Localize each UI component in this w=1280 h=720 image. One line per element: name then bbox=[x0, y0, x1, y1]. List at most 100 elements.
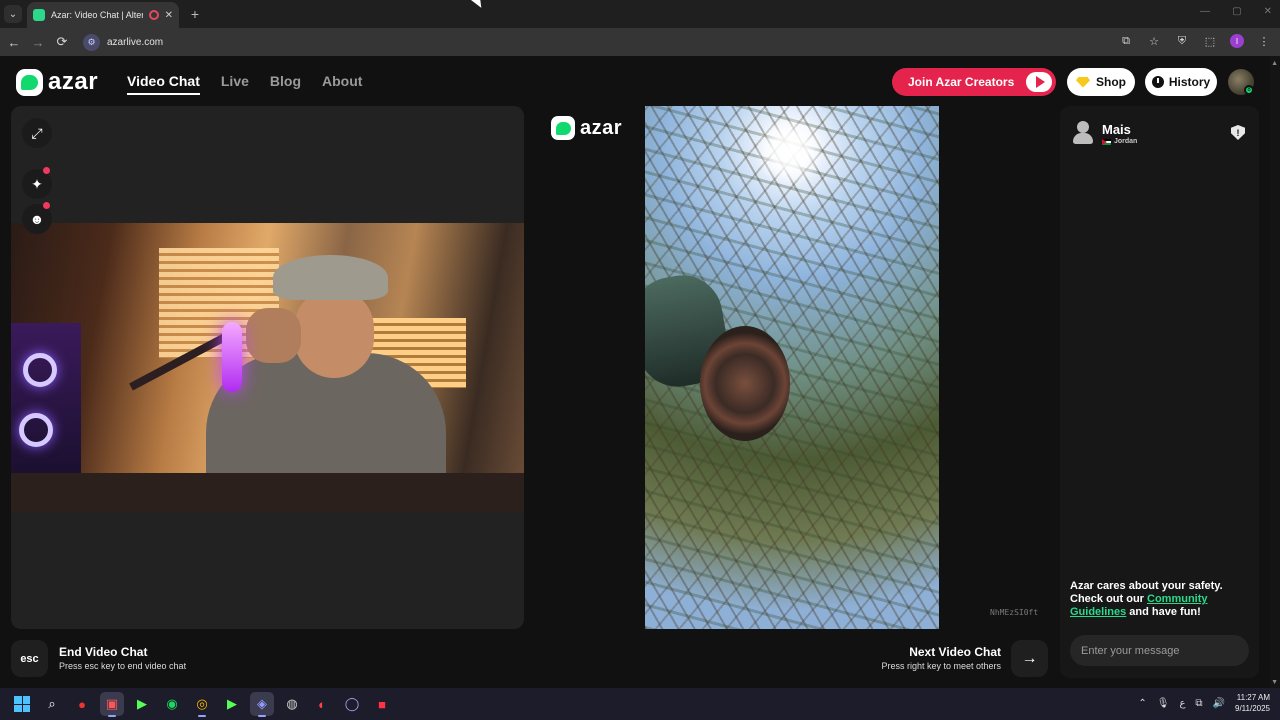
tab-title: Azar: Video Chat | Alternati bbox=[51, 10, 143, 20]
jordan-flag-icon bbox=[1102, 138, 1111, 145]
site-info-icon[interactable]: ⚙ bbox=[83, 34, 100, 51]
next-chat-hint: Press right key to meet others bbox=[881, 661, 1001, 671]
back-button[interactable]: ← bbox=[6, 34, 22, 50]
message-input[interactable] bbox=[1070, 635, 1249, 666]
chrome-icon[interactable]: ◎ bbox=[190, 692, 214, 717]
end-chat-title: End Video Chat bbox=[59, 645, 148, 659]
cast-icon[interactable]: ⧉ bbox=[1118, 33, 1134, 49]
azar-favicon-icon bbox=[33, 9, 45, 21]
tab-search-chevron-icon[interactable]: ⌄ bbox=[4, 5, 22, 23]
expand-icon[interactable]: ⤢ bbox=[22, 118, 52, 148]
app-thumbnail-icon[interactable]: ▣ bbox=[100, 692, 124, 717]
window-controls: — ▢ ✕ bbox=[1200, 6, 1272, 17]
search-icon[interactable]: ⌕ bbox=[40, 692, 64, 716]
safety-line1: Azar cares about your safety. bbox=[1070, 580, 1223, 592]
taskbar: ⌕ ● ▣ ▶ ◉ ◎ ▶ ◈ ◍ ◐ ◯ ■ ⌃ 🎙 ع ⧉ 🔊 11:27 … bbox=[0, 688, 1280, 720]
clock-date: 9/11/2025 bbox=[1235, 704, 1270, 713]
discord-icon[interactable]: ◈ bbox=[250, 692, 274, 717]
app-red-icon[interactable]: ● bbox=[70, 692, 94, 716]
spotify-icon[interactable]: ◉ bbox=[160, 692, 184, 716]
history-label: History bbox=[1168, 75, 1211, 89]
sparkle-effects-icon[interactable]: ✦ bbox=[22, 167, 52, 199]
browser-tabstrip: ⌄ Azar: Video Chat | Alternati ✕ + — ▢ ✕ bbox=[0, 0, 1280, 28]
language-indicator[interactable]: ع bbox=[1179, 698, 1185, 709]
taskbar-clock[interactable]: 11:27 AM 9/11/2025 bbox=[1235, 692, 1270, 714]
join-creators-label: Join Azar Creators bbox=[908, 75, 1015, 89]
gem-icon bbox=[1076, 76, 1090, 88]
remote-watermark-logo: azar bbox=[551, 116, 622, 140]
logo-text: azar bbox=[48, 68, 99, 95]
next-chat-button[interactable]: → bbox=[1011, 640, 1048, 677]
recording-indicator-icon bbox=[148, 10, 159, 20]
peer-country: Jordan bbox=[1102, 138, 1137, 145]
reload-button[interactable]: ⟳ bbox=[54, 34, 70, 50]
taskbar-apps: ⌕ ● ▣ ▶ ◉ ◎ ▶ ◈ ◍ ◐ ◯ ■ bbox=[10, 692, 394, 717]
face-filter-icon[interactable]: ☻ bbox=[22, 202, 52, 234]
nav-blog[interactable]: Blog bbox=[270, 73, 301, 95]
avatar-level-badge: 8 bbox=[1244, 85, 1254, 95]
history-button[interactable]: History bbox=[1145, 68, 1217, 96]
peer-avatar-icon bbox=[1072, 121, 1094, 145]
peer-name: Mais bbox=[1102, 122, 1131, 137]
close-window-icon[interactable]: ✕ bbox=[1264, 6, 1272, 17]
page-scrollbar[interactable]: ▲ ▼ bbox=[1270, 56, 1280, 688]
remote-camera-feed bbox=[645, 106, 939, 629]
self-video-pane bbox=[11, 106, 524, 629]
nav-live[interactable]: Live bbox=[221, 73, 249, 95]
minimize-icon[interactable]: — bbox=[1200, 6, 1210, 17]
app-red-ring-icon[interactable]: ◐ bbox=[310, 692, 334, 716]
profile-icon[interactable]: I bbox=[1230, 34, 1244, 48]
azar-logo[interactable]: azar bbox=[16, 68, 98, 96]
next-chat-title: Next Video Chat bbox=[909, 645, 1001, 659]
safety-notice: Azar cares about your safety. Check out … bbox=[1070, 580, 1250, 619]
clock-icon bbox=[1151, 76, 1164, 88]
azar-logo-icon bbox=[16, 68, 43, 96]
toolbar-actions: ⧉ ☆ ⛨ ⬚ I ⋮ bbox=[1118, 33, 1272, 49]
volume-icon[interactable]: 🔊 bbox=[1213, 698, 1225, 709]
end-chat-button[interactable]: esc bbox=[11, 640, 48, 677]
scroll-down-icon[interactable]: ▼ bbox=[1271, 679, 1278, 686]
forward-button[interactable]: → bbox=[30, 34, 46, 50]
shop-label: Shop bbox=[1096, 75, 1126, 89]
browser-toolbar: ← → ⟳ ⚙ azarlive.com ⧉ ☆ ⛨ ⬚ I ⋮ bbox=[0, 28, 1280, 56]
self-camera-feed bbox=[11, 223, 524, 512]
extensions-icon[interactable]: ⬚ bbox=[1202, 33, 1218, 49]
nav-video-chat[interactable]: Video Chat bbox=[127, 73, 200, 95]
safety-line2-suffix: and have fun! bbox=[1126, 606, 1201, 618]
url-text: azarlive.com bbox=[107, 37, 164, 48]
shop-button[interactable]: Shop bbox=[1067, 68, 1135, 96]
star-icon[interactable]: ☆ bbox=[1146, 33, 1162, 49]
start-button[interactable] bbox=[10, 692, 34, 716]
safety-line2-prefix: Check out our bbox=[1070, 593, 1148, 605]
clock-time: 11:27 AM bbox=[1236, 693, 1270, 702]
kebab-menu-icon[interactable]: ⋮ bbox=[1256, 33, 1272, 49]
watermark-text: azar bbox=[580, 116, 623, 139]
scroll-up-icon[interactable]: ▲ bbox=[1271, 60, 1278, 67]
network-icon[interactable]: ⧉ bbox=[1195, 698, 1202, 709]
app-play-green2-icon[interactable]: ▶ bbox=[220, 692, 244, 716]
app-purple-icon[interactable]: ◯ bbox=[340, 692, 364, 716]
chat-panel: Mais Jordan ! Azar cares about your safe… bbox=[1060, 106, 1259, 678]
new-tab-button[interactable]: + bbox=[186, 5, 204, 23]
page: azar Video Chat Live Blog About Join Aza… bbox=[0, 56, 1280, 688]
browser-tab-active[interactable]: Azar: Video Chat | Alternati ✕ bbox=[27, 2, 179, 28]
main-nav: Video Chat Live Blog About bbox=[127, 73, 362, 95]
app-red-square-icon[interactable]: ■ bbox=[370, 692, 394, 716]
shield-icon[interactable]: ⛨ bbox=[1174, 33, 1190, 49]
join-creators-button[interactable]: Join Azar Creators bbox=[892, 68, 1056, 96]
end-chat-hint: Press esc key to end video chat bbox=[59, 661, 187, 671]
peer-country-label: Jordan bbox=[1114, 138, 1138, 145]
play-icon bbox=[1026, 72, 1052, 92]
azar-watermark-icon bbox=[551, 116, 575, 140]
tab-close-icon[interactable]: ✕ bbox=[165, 10, 173, 21]
remote-user-id: NhMEzSI0ft bbox=[990, 608, 1039, 617]
report-shield-icon[interactable]: ! bbox=[1231, 125, 1245, 140]
maximize-icon[interactable]: ▢ bbox=[1232, 6, 1241, 17]
app-gray-icon[interactable]: ◍ bbox=[280, 692, 304, 716]
tray-overflow-icon[interactable]: ⌃ bbox=[1138, 698, 1146, 709]
windows-icon bbox=[14, 696, 30, 712]
address-bar[interactable]: ⚙ azarlive.com bbox=[80, 32, 1165, 53]
microphone-icon[interactable]: 🎙 bbox=[1157, 698, 1170, 709]
app-play-green-icon[interactable]: ▶ bbox=[130, 692, 154, 716]
nav-about[interactable]: About bbox=[322, 73, 362, 95]
